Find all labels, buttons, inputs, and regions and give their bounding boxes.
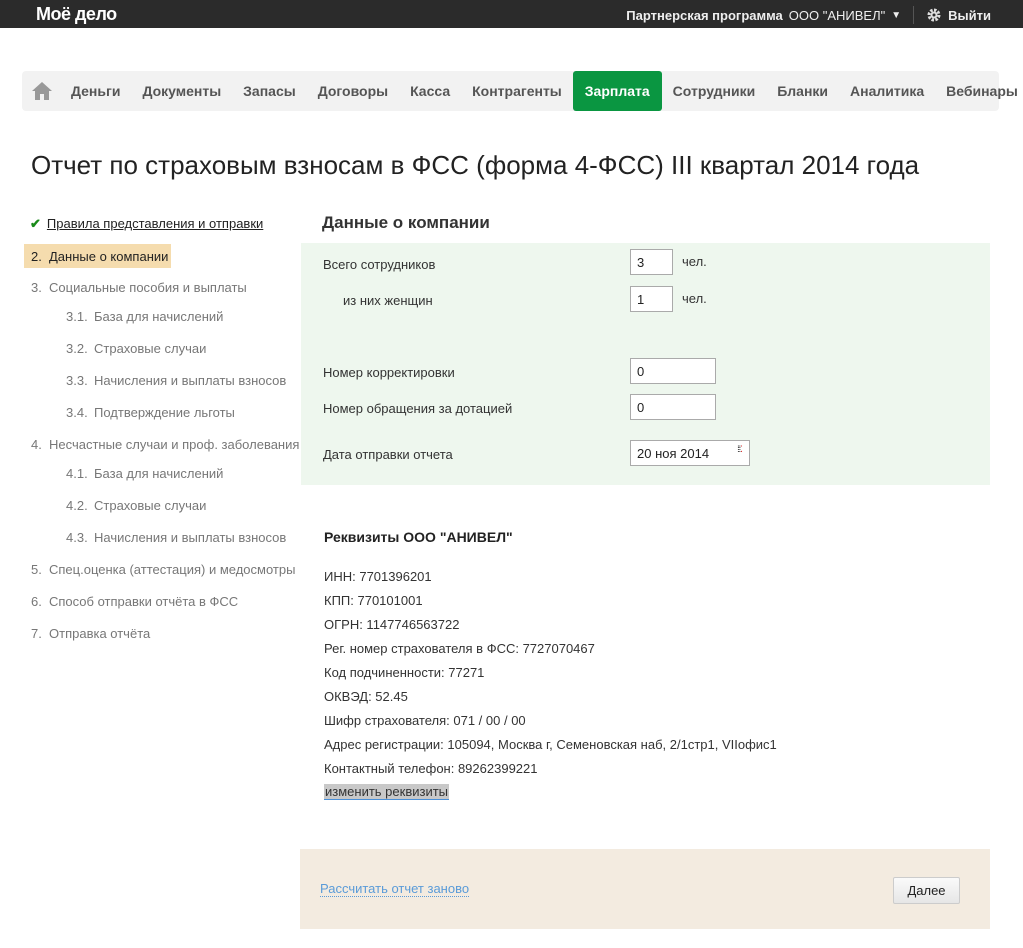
nav-vebinary[interactable]: Вебинары [935,71,1023,111]
employees-label: Всего сотрудников [323,257,436,272]
sidebar-item-4-1[interactable]: 4.1. База для начислений [66,466,223,481]
calendar-icon[interactable]: ⁞⁞⁚ [737,444,743,455]
company-data-panel: Всего сотрудников 3 чел. из них женщин 1… [301,243,990,485]
logo[interactable]: Моё дело [36,4,117,25]
sidebar-item-4-2[interactable]: 4.2. Страховые случаи [66,498,206,513]
requisites-title: Реквизиты ООО "АНИВЕЛ" [324,529,513,545]
subsidy-label: Номер обращения за дотацией [323,401,513,416]
partner-program-link[interactable]: Партнерская программа [626,8,783,23]
sidebar-item-4-3[interactable]: 4.3. Начисления и выплаты взносов [66,530,286,545]
ogrn: ОГРН: 1147746563722 [324,617,460,632]
fss-reg-number: Рег. номер страхователя в ФСС: 772707046… [324,641,595,656]
nav-analitika[interactable]: Аналитика [839,71,935,111]
nav-kassa[interactable]: Касса [399,71,461,111]
correction-input[interactable]: 0 [630,358,716,384]
sidebar-item-3[interactable]: 3. Социальные пособия и выплаты [31,280,247,295]
page-title: Отчет по страховым взносам в ФСС (форма … [31,150,920,180]
sidebar-item-6[interactable]: 6. Способ отправки отчёта в ФСС [31,594,238,609]
sidebar-item-3-1[interactable]: 3.1. База для начислений [66,309,223,324]
nav-dokumenty[interactable]: Документы [131,71,232,111]
subsidy-input[interactable]: 0 [630,394,716,420]
next-button[interactable]: Далее [893,877,960,904]
sidebar-item-company-data[interactable]: 2. Данные о компании [24,244,171,268]
correction-label: Номер корректировки [323,365,455,380]
women-label: из них женщин [343,293,433,308]
subordination-code: Код подчиненности: 77271 [324,665,485,680]
contact-phone: Контактный телефон: 89262399221 [324,761,538,776]
sidebar-item-4[interactable]: 4. Несчастные случаи и проф. заболевания [31,437,299,452]
divider [913,6,915,24]
women-unit: чел. [682,291,707,306]
nav-zapasy[interactable]: Запасы [232,71,307,111]
employees-input[interactable]: 3 [630,249,673,275]
sidebar-item-5[interactable]: 5. Спец.оценка (аттестация) и медосмотры [31,562,295,577]
logout-link[interactable]: Выйти [948,8,991,23]
employees-unit: чел. [682,254,707,269]
nav-blanki[interactable]: Бланки [766,71,839,111]
date-label: Дата отправки отчета [323,447,453,462]
top-bar: Моё дело Партнерская программа ООО "АНИВ… [0,0,1023,28]
sidebar-item-rules[interactable]: ✔ Правила представления и отправки [30,216,263,232]
chevron-down-icon[interactable]: ▼ [891,10,901,21]
nav-zarplata[interactable]: Зарплата [572,71,662,111]
nav-sotrudniki[interactable]: Сотрудники [662,71,767,111]
date-input[interactable]: 20 ноя 2014 ⁞⁞⁚ [630,440,750,466]
edit-requisites-link[interactable]: изменить реквизиты [324,784,450,800]
footer-panel: Рассчитать отчет заново Далее [300,849,990,929]
sidebar-item-3-3[interactable]: 3.3. Начисления и выплаты взносов [66,373,286,388]
checkmark-icon: ✔ [30,216,41,231]
home-icon[interactable] [32,82,52,100]
sidebar-item-3-2[interactable]: 3.2. Страховые случаи [66,341,206,356]
main-nav: Деньги Документы Запасы Договоры Касса К… [22,71,1018,111]
sidebar-item-7[interactable]: 7. Отправка отчёта [31,626,150,641]
inn: ИНН: 7701396201 [324,569,432,584]
sidebar-item-3-4[interactable]: 3.4. Подтверждение льготы [66,405,235,420]
section-title: Данные о компании [322,213,490,232]
insurer-code: Шифр страхователя: 071 / 00 / 00 [324,713,526,728]
kpp: КПП: 770101001 [324,593,423,608]
top-right-menu: Партнерская программа ООО "АНИВЕЛ" ▼ Вый… [626,6,991,24]
nav-dogovory[interactable]: Договоры [307,71,399,111]
nav-kontragenty[interactable]: Контрагенты [461,71,573,111]
recalculate-link[interactable]: Рассчитать отчет заново [320,881,470,897]
registration-address: Адрес регистрации: 105094, Москва г, Сем… [324,737,777,752]
nav-dengi[interactable]: Деньги [60,71,131,111]
gear-icon[interactable] [926,7,942,23]
date-value: 20 ноя 2014 [637,446,710,461]
women-input[interactable]: 1 [630,286,673,312]
org-selector[interactable]: ООО "АНИВЕЛ" [789,8,885,23]
okved: ОКВЭД: 52.45 [324,689,408,704]
